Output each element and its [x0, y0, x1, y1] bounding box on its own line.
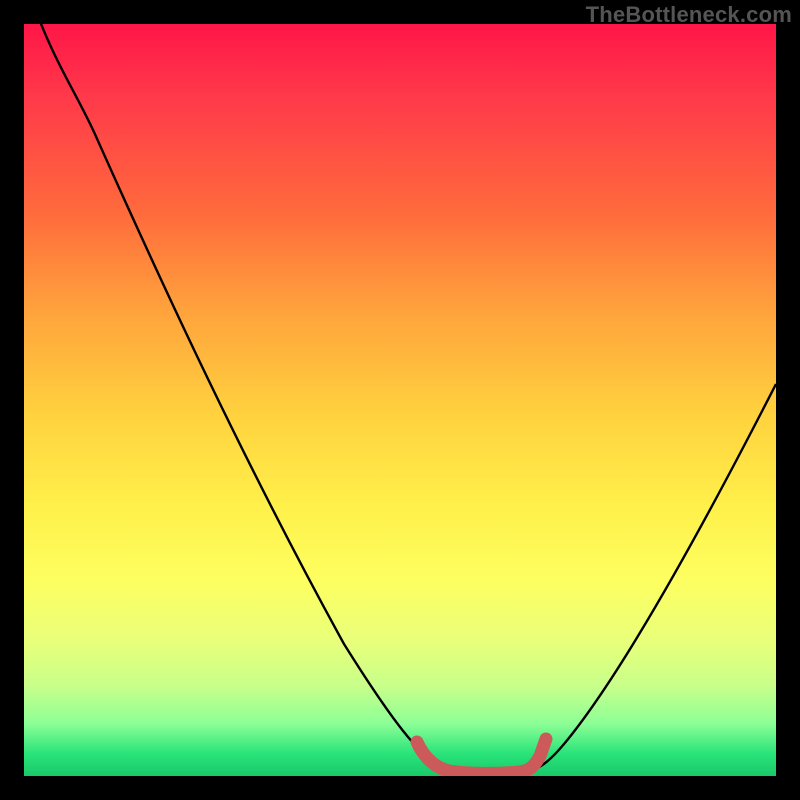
chart-plot-area — [24, 24, 776, 776]
optimal-range-marker — [417, 739, 546, 773]
watermark-text: TheBottleneck.com — [586, 2, 792, 28]
bottleneck-curve — [24, 24, 776, 773]
chart-svg — [24, 24, 776, 776]
